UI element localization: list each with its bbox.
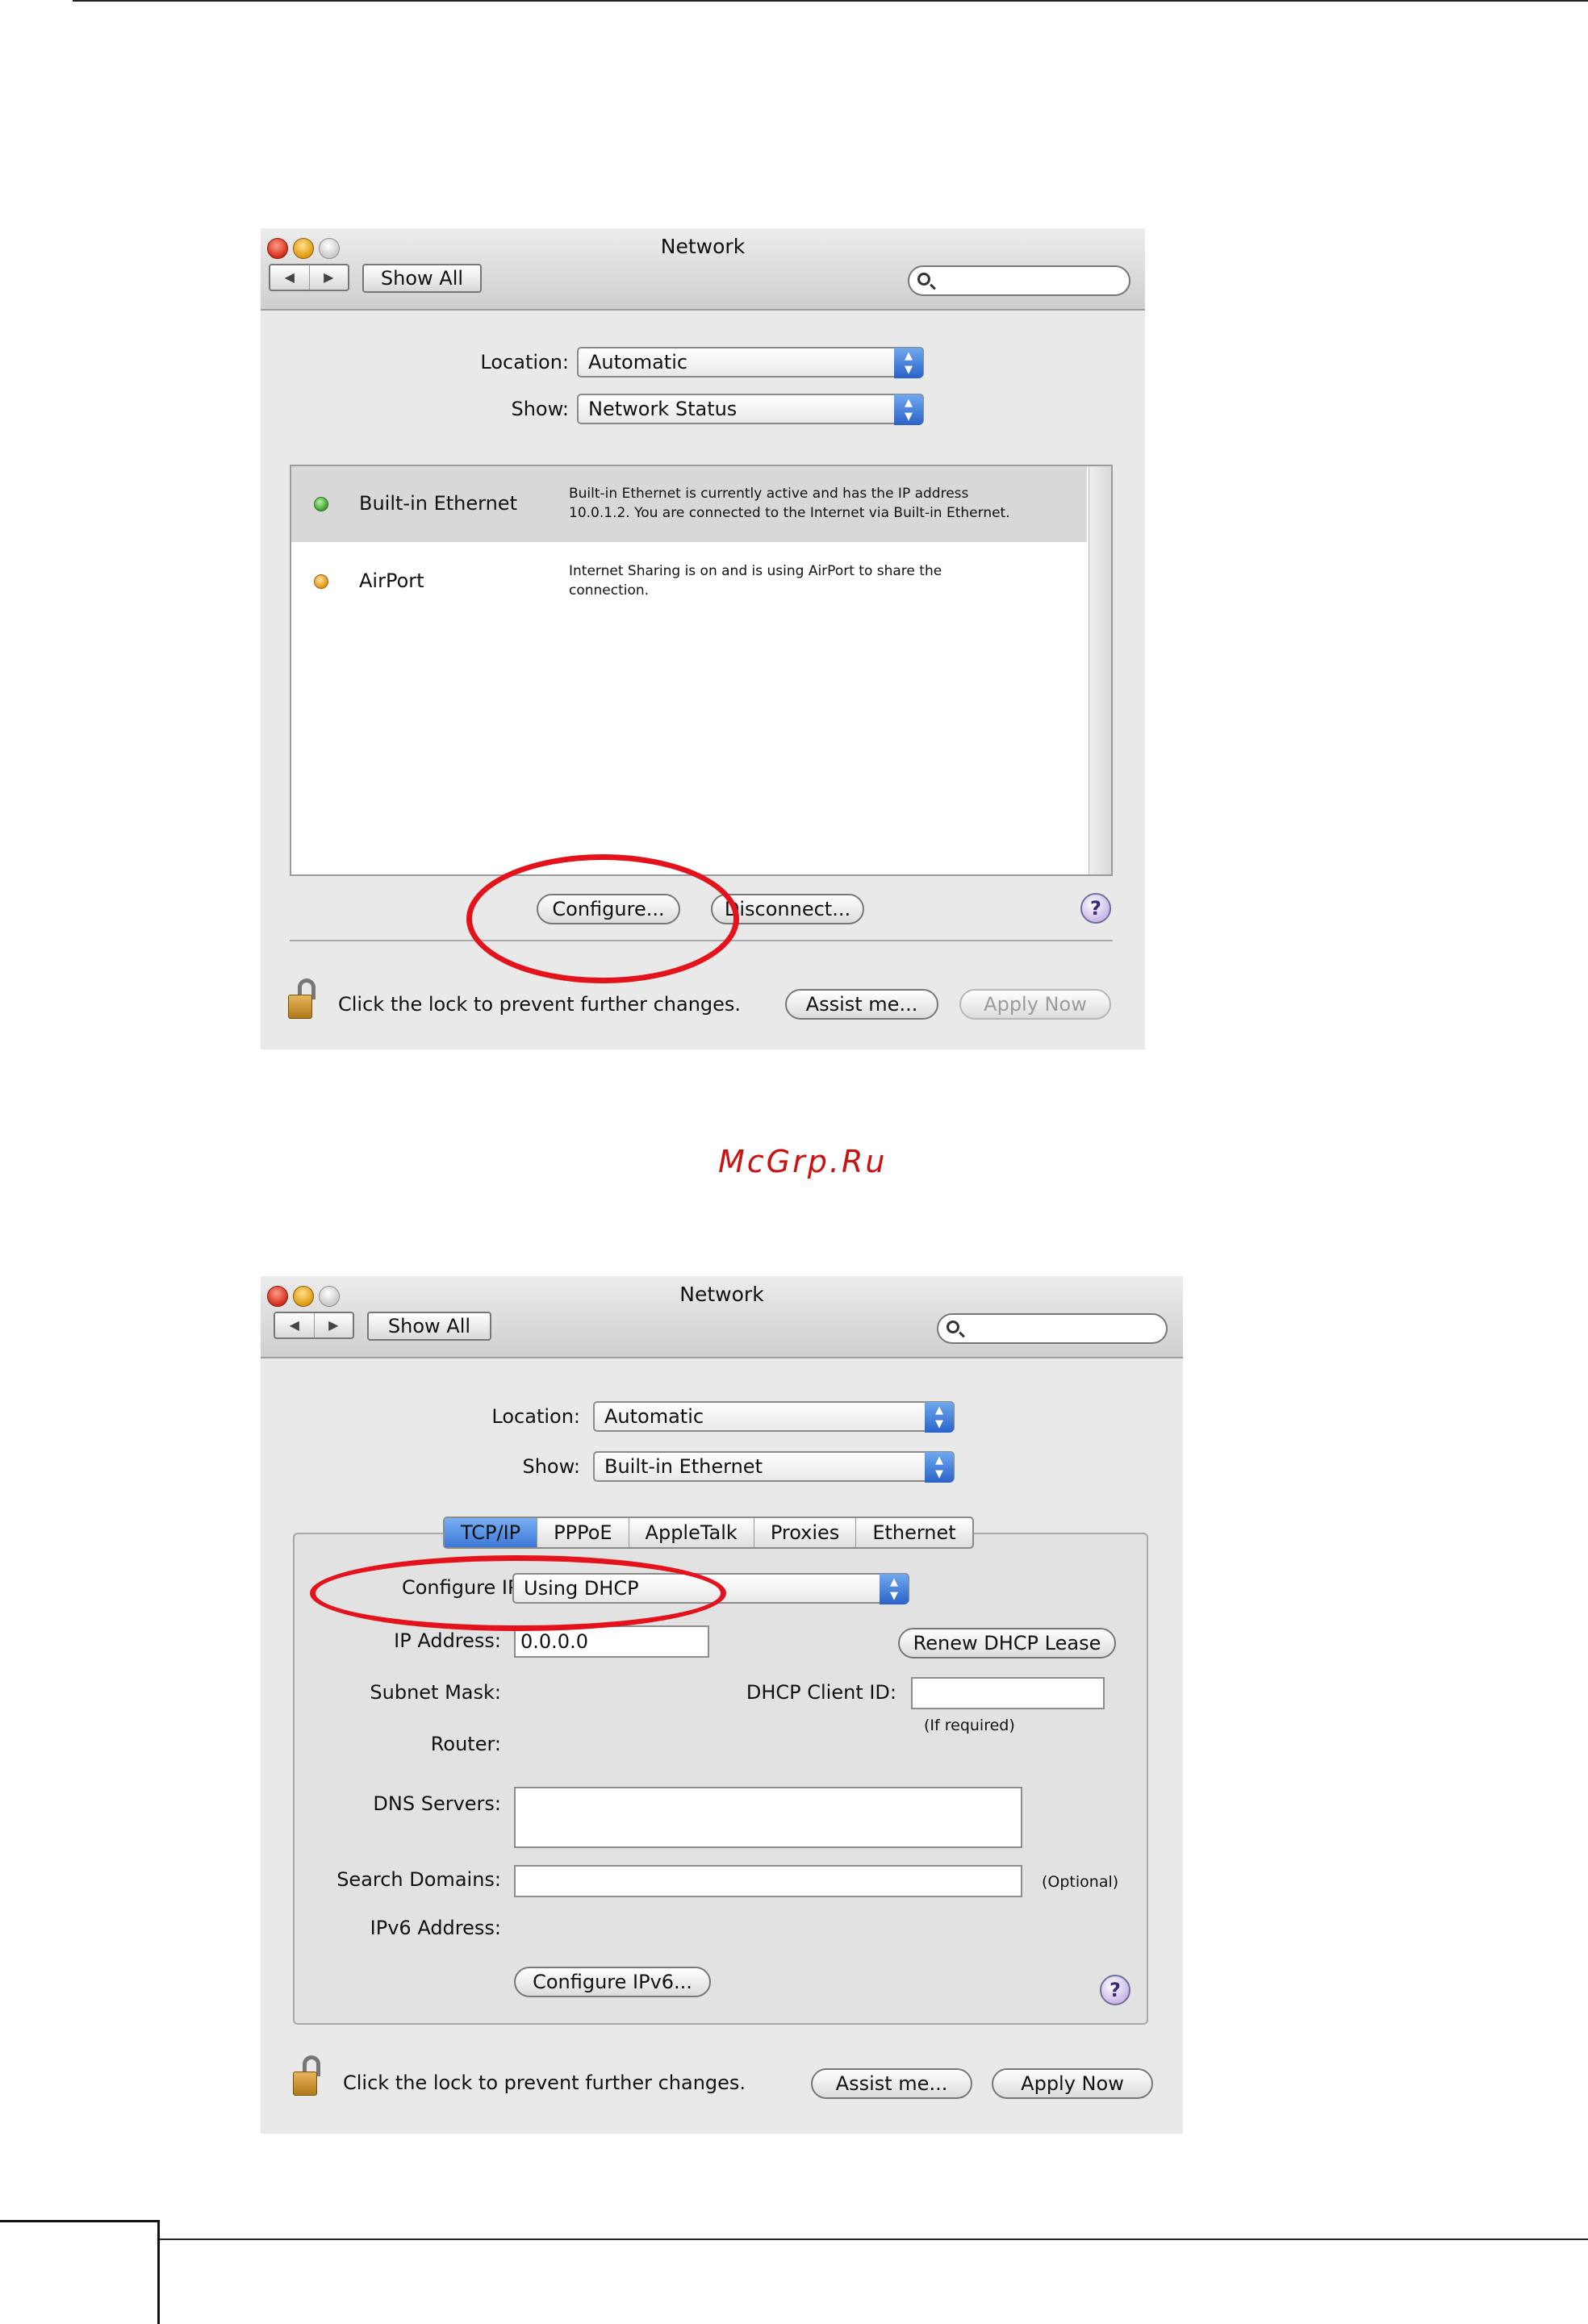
help-button[interactable]: ? <box>1080 893 1111 924</box>
forward-arrow-icon[interactable]: ▶ <box>313 1313 353 1337</box>
page-number-box <box>0 2220 160 2324</box>
service-row-airport[interactable]: AirPort Internet Sharing is on and is us… <box>291 542 1087 620</box>
search-domains-field[interactable] <box>514 1865 1022 1897</box>
location-label: Location: <box>480 351 569 373</box>
optional-note: (Optional) <box>1042 1873 1119 1891</box>
tab-ethernet[interactable]: Ethernet <box>855 1518 972 1547</box>
assist-me-button[interactable]: Assist me... <box>811 2068 972 2099</box>
titlebar: Network ◀ ▶ Show All <box>261 1276 1183 1358</box>
search-field[interactable] <box>937 1313 1168 1344</box>
location-label: Location: <box>491 1405 580 1428</box>
configure-highlight-ellipse <box>466 854 739 983</box>
titlebar: Network ◀ ▶ Show All <box>261 228 1145 311</box>
help-button[interactable]: ? <box>1100 1975 1130 2005</box>
subnet-mask-label: Subnet Mask: <box>370 1681 501 1704</box>
show-all-button[interactable]: Show All <box>362 264 482 293</box>
ip-address-label: IP Address: <box>394 1629 501 1652</box>
assist-me-button[interactable]: Assist me... <box>785 989 938 1020</box>
location-popup[interactable]: Automatic ▲ ▼ <box>593 1401 955 1433</box>
router-label: Router: <box>430 1733 501 1755</box>
location-value: Automatic <box>588 351 688 373</box>
apply-now-button[interactable]: Apply Now <box>959 989 1111 1020</box>
window-title: Network <box>660 235 746 258</box>
popup-arrows-icon: ▲ ▼ <box>894 394 923 425</box>
lock-icon[interactable] <box>288 978 317 1019</box>
dns-servers-field[interactable] <box>514 1787 1022 1848</box>
popup-arrows-icon: ▲ ▼ <box>925 1402 954 1433</box>
status-dot-icon <box>314 497 328 511</box>
configure-ipv4-highlight-ellipse <box>310 1555 726 1631</box>
show-value: Network Status <box>588 398 738 420</box>
footer-rule <box>158 2238 1588 2240</box>
show-label: Show: <box>511 398 569 420</box>
header-rule <box>73 0 1588 2</box>
watermark-text: McGrp.Ru <box>718 1144 888 1179</box>
show-all-button[interactable]: Show All <box>367 1312 491 1341</box>
if-required-note: (If required) <box>924 1717 1015 1734</box>
popup-arrows-icon: ▲ ▼ <box>925 1452 954 1483</box>
dhcp-client-id-field[interactable] <box>911 1677 1105 1709</box>
apply-now-button[interactable]: Apply Now <box>992 2068 1153 2099</box>
back-forward-control[interactable]: ◀ ▶ <box>269 264 349 291</box>
search-field[interactable] <box>908 265 1130 296</box>
lock-text: Click the lock to prevent further change… <box>338 993 742 1016</box>
service-row-ethernet[interactable]: Built-in Ethernet Built-in Ethernet is c… <box>291 466 1087 542</box>
location-value: Automatic <box>604 1405 704 1428</box>
location-popup[interactable]: Automatic ▲ ▼ <box>577 347 924 378</box>
status-dot-icon <box>314 574 328 589</box>
service-name: AirPort <box>359 570 424 592</box>
service-list[interactable]: Built-in Ethernet Built-in Ethernet is c… <box>290 465 1113 876</box>
show-value: Built-in Ethernet <box>604 1455 763 1478</box>
window-title: Network <box>679 1283 764 1306</box>
network-window-tcpip: Network ◀ ▶ Show All Location: Automatic… <box>261 1276 1183 2134</box>
dns-servers-label: DNS Servers: <box>373 1792 501 1815</box>
renew-dhcp-lease-button[interactable]: Renew DHCP Lease <box>898 1628 1116 1659</box>
service-description: Built-in Ethernet is currently active an… <box>569 486 1010 521</box>
show-label: Show: <box>522 1455 580 1478</box>
tab-pppoe[interactable]: PPPoE <box>537 1518 628 1547</box>
search-icon <box>947 1321 959 1333</box>
back-forward-control[interactable]: ◀ ▶ <box>274 1312 354 1339</box>
tab-appletalk[interactable]: AppleTalk <box>628 1518 754 1547</box>
tab-tcpip[interactable]: TCP/IP <box>445 1518 537 1547</box>
service-name: Built-in Ethernet <box>359 492 517 515</box>
list-scrollbar[interactable] <box>1089 466 1111 874</box>
popup-arrows-icon: ▲ ▼ <box>880 1574 909 1604</box>
popup-arrows-icon: ▲ ▼ <box>894 348 923 378</box>
lock-text: Click the lock to prevent further change… <box>343 2072 746 2094</box>
dhcp-client-id-label: DHCP Client ID: <box>746 1681 896 1704</box>
tab-proxies[interactable]: Proxies <box>753 1518 855 1547</box>
show-popup[interactable]: Built-in Ethernet ▲ ▼ <box>593 1451 955 1483</box>
show-popup[interactable]: Network Status ▲ ▼ <box>577 394 924 425</box>
ipv6-address-label: IPv6 Address: <box>370 1917 501 1939</box>
configure-ipv6-button[interactable]: Configure IPv6... <box>514 1967 711 1997</box>
search-domains-label: Search Domains: <box>336 1868 501 1891</box>
lock-icon[interactable] <box>293 2055 322 2096</box>
back-arrow-icon[interactable]: ◀ <box>275 1313 314 1337</box>
search-icon <box>917 273 930 286</box>
forward-arrow-icon[interactable]: ▶ <box>308 265 349 290</box>
back-arrow-icon[interactable]: ◀ <box>270 265 309 290</box>
service-description: Internet Sharing is on and is using AirP… <box>569 563 942 599</box>
tab-bar: TCP/IP PPPoE AppleTalk Proxies Ethernet <box>443 1517 974 1549</box>
